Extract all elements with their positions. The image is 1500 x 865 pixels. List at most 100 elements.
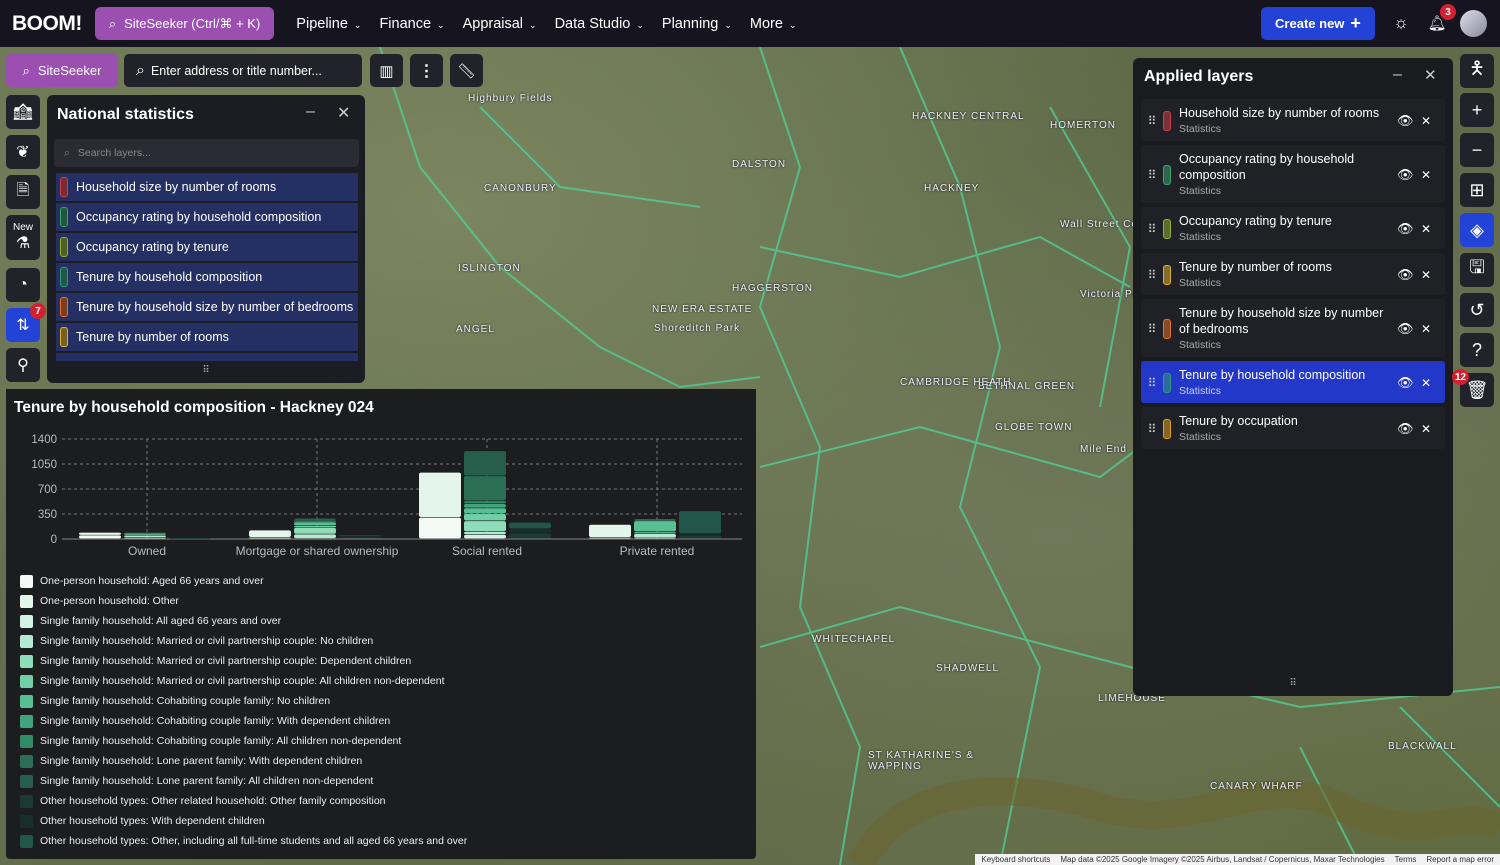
sidebar-chart-icon[interactable]: ◔ [6,268,40,302]
report-error-link[interactable]: Report a map error [1426,855,1494,864]
map-label: CANONBURY [484,183,557,194]
applied-layer-item[interactable]: ⠿ Tenure by occupation Statistics 👁︎ ✕ [1141,407,1445,449]
eye-icon[interactable]: 👁︎ [1397,321,1421,337]
street-view-pegman-icon[interactable]: 🯅 [1460,54,1494,88]
eye-icon[interactable]: 👁︎ [1397,167,1421,183]
layers-icon[interactable]: ◈ [1460,213,1494,247]
minimize-icon[interactable]: – [1393,66,1402,84]
legend-item[interactable]: Other household types: With dependent ch… [20,811,467,831]
nav-data-studio[interactable]: Data Studio ⌄ [555,16,644,32]
resize-handle-icon[interactable]: ⠿ [1133,678,1453,689]
sidebar-leaf-icon[interactable]: ❦ [6,135,40,169]
remove-icon[interactable]: ✕ [1421,422,1445,436]
layer-item[interactable]: Household size by number of rooms [56,173,358,201]
applied-layer-item[interactable]: ⠿ Occupancy rating by tenure Statistics 👁… [1141,207,1445,249]
remove-icon[interactable]: ✕ [1421,114,1445,128]
layer-item[interactable]: Tenure by number of rooms [56,323,358,351]
top-navbar: BOOM! ⌕ SiteSeeker (Ctrl/⌘ + K) Pipeline ⌄… [0,0,1500,47]
zoom-in-icon[interactable]: + [1460,93,1494,127]
sidebar-buildings-icon[interactable]: 🏫︎ [6,95,40,129]
layer-name: Tenure by household size by number of be… [1179,306,1384,336]
more-vertical-icon[interactable]: ⋮ [410,54,443,87]
save-icon[interactable]: 🖫 [1460,253,1494,287]
bar-segment [294,520,336,521]
eye-icon[interactable]: 👁︎ [1397,267,1421,283]
layer-item[interactable]: Tenure by household composition [56,263,358,291]
bar-segment [464,514,506,521]
help-icon[interactable]: ? [1460,333,1494,367]
bar-segment [294,522,336,526]
search-check-icon: ⌕ [22,62,30,78]
applied-layer-item[interactable]: ⠿ Household size by number of rooms Stati… [1141,99,1445,141]
legend-item[interactable]: Single family household: Cohabiting coup… [20,731,467,751]
nav-more[interactable]: More ⌄ [750,16,797,32]
legend-item[interactable]: Single family household: Lone parent fam… [20,771,467,791]
avatar[interactable] [1460,10,1487,37]
eye-icon[interactable]: 👁︎ [1397,421,1421,437]
terms-link[interactable]: Terms [1395,855,1417,864]
applied-layer-item[interactable]: ⠿ Tenure by household composition Statist… [1141,361,1445,403]
map-icon[interactable]: ▥ [370,54,403,87]
applied-layer-item[interactable]: ⠿ Tenure by household size by number of … [1141,299,1445,357]
keyboard-shortcuts-link[interactable]: Keyboard shortcuts [981,855,1050,864]
legend-item[interactable]: Single family household: Cohabiting coup… [20,711,467,731]
legend-item[interactable]: Single family household: Cohabiting coup… [20,691,467,711]
sidebar-document-clock-icon[interactable]: 🗎 [6,175,40,209]
drag-handle-icon[interactable]: ⠿ [1141,222,1163,236]
eye-icon[interactable]: 👁︎ [1397,375,1421,391]
applied-layer-item[interactable]: ⠿ Tenure by number of rooms Statistics 👁︎… [1141,253,1445,295]
zoom-out-icon[interactable]: − [1460,133,1494,167]
sidebar-lab-button[interactable]: New ⚗ [6,215,40,260]
legend-item[interactable]: One-person household: Aged 66 years and … [20,571,467,591]
legend-item[interactable]: Other household types: Other related hou… [20,791,467,811]
close-icon[interactable]: ✕ [337,103,350,123]
search-layers-input[interactable]: ⌕ Search layers... [54,139,359,167]
create-new-button[interactable]: Create new + [1261,7,1375,40]
drag-handle-icon[interactable]: ⠿ [1141,114,1163,128]
layer-item[interactable]: Occupancy rating by household compositio… [56,203,358,231]
eye-icon[interactable]: 👁︎ [1397,113,1421,129]
address-search-input[interactable]: ⌕ Enter address or title number... [124,54,362,87]
resize-handle-icon[interactable]: ⠿ [47,365,365,376]
drag-handle-icon[interactable]: ⠿ [1141,322,1163,336]
close-icon[interactable]: ✕ [1424,66,1437,84]
remove-icon[interactable]: ✕ [1421,322,1445,336]
layer-item[interactable]: Occupancy rating by tenure [56,233,358,261]
nav-pipeline[interactable]: Pipeline ⌄ [296,16,361,32]
remove-icon[interactable]: ✕ [1421,222,1445,236]
siteseeker-shortcut-button[interactable]: ⌕ SiteSeeker (Ctrl/⌘ + K) [94,7,275,40]
drag-handle-icon[interactable]: ⠿ [1141,268,1163,282]
drag-handle-icon[interactable]: ⠿ [1141,168,1163,182]
layer-color-swatch [1163,265,1171,285]
legend-item[interactable]: Single family household: Married or civi… [20,671,467,691]
sidebar-location-user-icon[interactable]: ⚲ [6,348,40,382]
ruler-icon[interactable]: 📏︎ [450,54,483,87]
bar-segment [679,511,721,534]
logo[interactable]: BOOM! [12,12,82,36]
history-icon[interactable]: ↺ [1460,293,1494,327]
eye-icon[interactable]: 👁︎ [1397,221,1421,237]
legend-item[interactable]: One-person household: Other [20,591,467,611]
remove-icon[interactable]: ✕ [1421,376,1445,390]
layer-item[interactable]: Tenure by household size by number of be… [56,293,358,321]
siteseeker-label: SiteSeeker (Ctrl/⌘ + K) [124,15,261,31]
drag-handle-icon[interactable]: ⠿ [1141,376,1163,390]
legend-item[interactable]: Single family household: Lone parent fam… [20,751,467,771]
theme-sun-icon[interactable]: ☼ [1390,12,1412,34]
map-label: GLOBE TOWN [995,422,1073,433]
remove-icon[interactable]: ✕ [1421,268,1445,282]
drag-handle-icon[interactable]: ⠿ [1141,422,1163,436]
legend-item[interactable]: Single family household: Married or civi… [20,631,467,651]
applied-layer-item[interactable]: ⠿ Occupancy rating by household composit… [1141,145,1445,203]
bar-segment [509,522,551,529]
nav-planning[interactable]: Planning ⌄ [662,16,732,32]
grid-icon[interactable]: ⊞ [1460,173,1494,207]
siteseeker-button[interactable]: ⌕ SiteSeeker [6,54,118,87]
legend-item[interactable]: Other household types: Other, including … [20,831,467,851]
nav-appraisal[interactable]: Appraisal ⌄ [463,16,537,32]
nav-finance[interactable]: Finance ⌄ [379,16,444,32]
minimize-icon[interactable]: – [306,103,315,121]
legend-item[interactable]: Single family household: All aged 66 yea… [20,611,467,631]
remove-icon[interactable]: ✕ [1421,168,1445,182]
legend-item[interactable]: Single family household: Married or civi… [20,651,467,671]
